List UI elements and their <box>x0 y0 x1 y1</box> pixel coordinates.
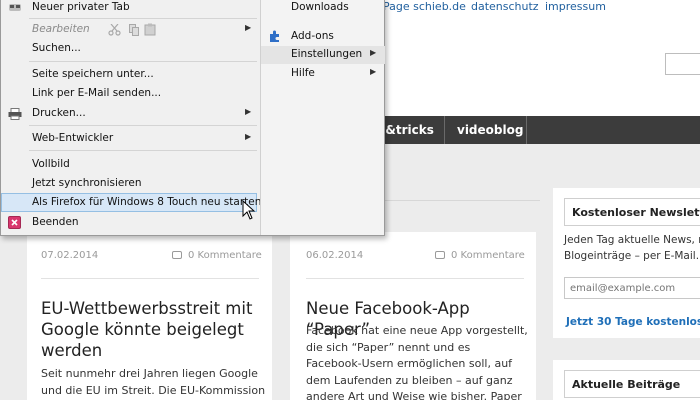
menu-item-label: Link per E-Mail senden... <box>32 87 162 99</box>
submenu-arrow-icon: ▶ <box>370 67 377 76</box>
menu-item-label: Bearbeiten <box>32 23 90 35</box>
newsletter-text-line: Blogeinträge – per E-Mail. <box>564 250 700 262</box>
copy-icon <box>129 24 139 36</box>
menu-separator <box>29 61 257 62</box>
top-link-datenschutz[interactable]: datenschutz <box>471 0 539 13</box>
puzzle-piece-icon <box>270 30 279 42</box>
submenu-arrow-icon: ▶ <box>245 23 252 32</box>
menu-item-addons[interactable]: Add-ons <box>261 28 385 46</box>
newsletter-title: Kostenloser Newsletter <box>572 206 700 219</box>
recent-posts-title: Aktuelle Beiträge <box>572 378 681 391</box>
nav-separator <box>526 116 527 144</box>
site-search-input[interactable] <box>665 53 700 75</box>
menu-item-label: Beenden <box>32 216 79 228</box>
nav-item-videoblog[interactable]: videoblog <box>457 123 523 137</box>
paste-icon <box>144 23 156 36</box>
post-excerpt-line: die sich “Paper” nennt und es <box>306 340 471 354</box>
submenu-arrow-icon: ▶ <box>245 107 252 116</box>
menu-separator <box>29 125 257 126</box>
menu-item-save-page[interactable]: Seite speichern unter... <box>1 66 257 84</box>
submenu-arrow-icon: ▶ <box>245 132 252 141</box>
menu-item-label: Einstellungen <box>291 48 363 60</box>
menu-item-label: Hilfe <box>291 67 315 79</box>
mouse-pointer-icon <box>242 200 256 220</box>
mask-icon <box>9 4 21 11</box>
menu-item-label: Seite speichern unter... <box>32 68 154 80</box>
comment-icon <box>435 251 445 259</box>
post-meta-rule <box>41 278 259 279</box>
post-comments-count: 0 Kommentare <box>188 250 262 261</box>
menu-separator <box>29 150 257 151</box>
post-card: 06.02.2014 0 Kommentare Neue Facebook-Ap… <box>290 232 536 400</box>
scissors-icon <box>108 24 121 36</box>
newsletter-subscribe-link[interactable]: Jetzt 30 Tage kostenlos S <box>566 316 700 328</box>
menu-item-sync-now[interactable]: Jetzt synchronisieren <box>1 175 257 193</box>
menu-item-help[interactable]: Hilfe ▶ <box>261 65 385 83</box>
menu-item-label: Web-Entwickler <box>32 132 114 144</box>
menu-item-downloads[interactable]: Downloads <box>261 0 385 17</box>
post-card: 07.02.2014 0 Kommentare EU-Wettbewerbsst… <box>27 232 272 400</box>
menu-item-quit[interactable]: Beenden <box>1 214 257 232</box>
post-title-line: EU-Wettbewerbsstreit mit <box>41 299 253 318</box>
post-title-line: Google könnte beigelegt <box>41 320 244 339</box>
newsletter-email-field[interactable] <box>564 277 700 299</box>
post-excerpt-line: andere Art und Weise wie bisher. Paper <box>306 390 522 400</box>
menu-item-fullscreen[interactable]: Vollbild <box>1 156 257 174</box>
menu-item-edit[interactable]: Bearbeiten ▶ <box>1 21 257 39</box>
menu-item-email-link[interactable]: Link per E-Mail senden... <box>1 85 257 103</box>
top-link-impressum[interactable]: impressum <box>545 0 606 13</box>
app-menu-left-column: Neuer privater Tab Bearbeiten ▶ Suchen..… <box>1 0 261 235</box>
post-date: 07.02.2014 <box>41 250 99 261</box>
menu-item-label: Als Firefox für Windows 8 Touch neu star… <box>32 196 262 208</box>
printer-icon <box>8 108 22 120</box>
newsletter-heading-box: Kostenloser Newsletter <box>564 198 700 226</box>
post-comments-link[interactable]: 0 Kommentare <box>435 250 525 261</box>
menu-item-settings[interactable]: Einstellungen ▶ <box>261 46 385 64</box>
recent-posts-widget: Aktuelle Beiträge <box>553 360 700 400</box>
menu-item-label: Drucken... <box>32 107 86 119</box>
firefox-app-menu: Neuer privater Tab Bearbeiten ▶ Suchen..… <box>0 0 385 236</box>
post-excerpt-line: Facebook-Usern ermöglichen soll, auf <box>306 357 513 370</box>
app-menu-right-column: Downloads Add-ons Einstellungen ▶ Hilfe … <box>260 0 385 235</box>
post-title[interactable]: EU-Wettbewerbsstreit mit Google könnte b… <box>41 298 252 361</box>
post-comments-link[interactable]: 0 Kommentare <box>172 250 262 261</box>
post-date: 06.02.2014 <box>306 250 364 261</box>
menu-item-label: Jetzt synchronisieren <box>32 177 142 189</box>
menu-item-label: Add-ons <box>291 30 334 42</box>
post-excerpt-line: Facebook hat eine neue App vorgestellt, <box>306 324 528 337</box>
post-excerpt-line: Seit nunmehr drei Jahren liegen Google <box>41 367 258 380</box>
menu-item-label: Vollbild <box>32 158 70 170</box>
comment-icon <box>172 251 182 259</box>
top-link-page[interactable]: Page schieb.de <box>383 0 466 13</box>
menu-item-web-developer[interactable]: Web-Entwickler ▶ <box>1 130 257 148</box>
menu-item-find[interactable]: Suchen... <box>1 40 257 58</box>
post-comments-count: 0 Kommentare <box>451 250 525 261</box>
submenu-arrow-icon: ▶ <box>370 48 377 57</box>
newsletter-text: Jeden Tag aktuelle News, n Blogeinträge … <box>564 232 700 264</box>
menu-item-label: Suchen... <box>32 42 81 54</box>
menu-item-private-tab[interactable]: Neuer privater Tab <box>1 0 257 17</box>
menu-item-print[interactable]: Drucken... ▶ <box>1 105 257 123</box>
menu-item-restart-touch[interactable]: Als Firefox für Windows 8 Touch neu star… <box>1 193 261 212</box>
nav-separator <box>444 116 445 144</box>
menu-item-label: Downloads <box>291 1 349 13</box>
recent-posts-heading-box: Aktuelle Beiträge <box>564 370 700 398</box>
post-meta-rule <box>306 278 524 279</box>
post-excerpt-line: dem Laufenden zu bleiben – auf ganz <box>306 373 513 387</box>
quit-icon <box>8 216 21 229</box>
post-excerpt-line: und die EU im Streit. Die EU-Kommission <box>41 383 266 397</box>
post-title-line: werden <box>41 341 103 360</box>
post-excerpt: Seit nunmehr drei Jahren liegen Google u… <box>41 366 265 399</box>
post-excerpt: Facebook hat eine neue App vorgestellt, … <box>306 323 528 400</box>
menu-item-label: Neuer privater Tab <box>32 1 130 13</box>
newsletter-text-line: Jeden Tag aktuelle News, n <box>564 234 700 246</box>
menu-separator <box>29 18 257 19</box>
newsletter-widget: Kostenloser Newsletter Jeden Tag aktuell… <box>553 188 700 338</box>
